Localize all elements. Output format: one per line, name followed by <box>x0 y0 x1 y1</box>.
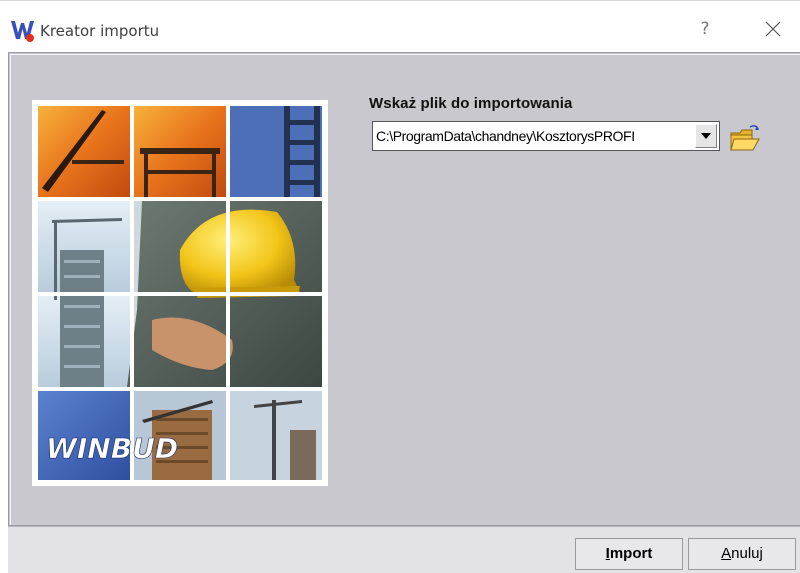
folder-open-icon <box>730 125 760 151</box>
browse-folder-button[interactable] <box>728 123 762 155</box>
cancel-button[interactable]: Anuluj <box>688 538 796 570</box>
dropdown-arrow-button[interactable] <box>695 124 717 148</box>
file-select-label: Wskaż plik do importowania <box>369 95 573 112</box>
help-button[interactable]: ? <box>690 16 720 42</box>
close-icon <box>765 21 781 37</box>
help-icon: ? <box>700 19 710 39</box>
title-bar: Kreator importu ? <box>0 0 800 47</box>
winbud-app-icon <box>11 21 34 42</box>
winbud-logo-text: WINBUD <box>46 432 178 465</box>
window-title: Kreator importu <box>40 22 160 40</box>
close-button[interactable] <box>756 14 790 44</box>
file-path-value[interactable]: C:\ProgramData\chandney\KosztorysPROFI <box>376 122 686 150</box>
chevron-down-icon <box>701 133 711 139</box>
wizard-button-bar: Import Anuluj <box>8 526 800 573</box>
import-button[interactable]: Import <box>575 538 683 570</box>
file-path-combobox[interactable]: C:\ProgramData\chandney\KosztorysPROFI <box>372 121 720 151</box>
winbud-illustration: WINBUD <box>32 100 328 486</box>
